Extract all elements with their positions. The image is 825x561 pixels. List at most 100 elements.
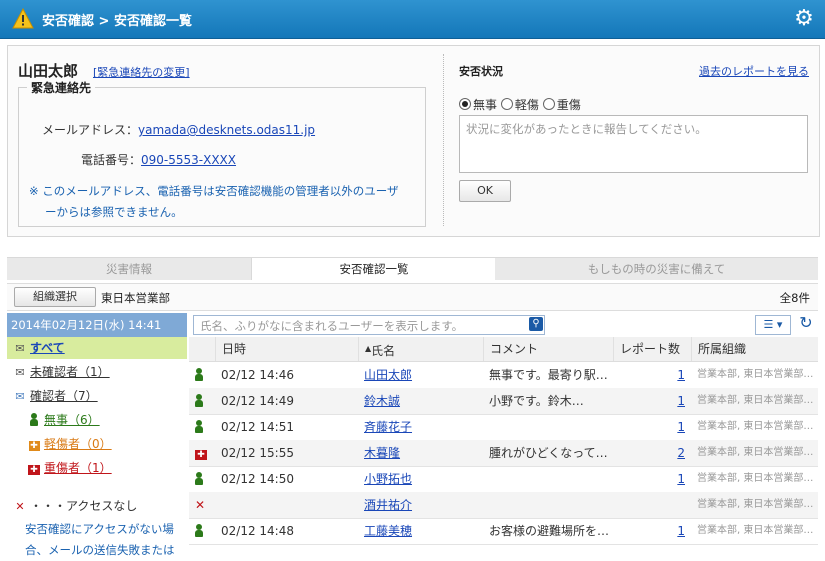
row-comment: お客様の避難場所を… [489, 524, 610, 538]
row-name-link[interactable]: 酒井祐介 [364, 492, 479, 518]
row-name-link[interactable]: 小野拓也 [364, 466, 479, 492]
privacy-note: ※ このメールアドレス、電話番号は安否確認機能の管理者以外のユーザ ーからは参照… [29, 184, 399, 219]
panel-divider [443, 54, 444, 226]
table-row[interactable]: 02/12 14:50 小野拓也 1 営業本部, 東日本営業部… [189, 466, 818, 493]
row-date: 02/12 14:46 [221, 368, 294, 382]
gear-icon[interactable]: ⚙ [791, 6, 817, 32]
row-report-count[interactable]: 2 [613, 440, 685, 466]
severe-injury-icon: ✚ [195, 440, 213, 466]
sidebar-item-safe[interactable]: 無事（6） [7, 409, 187, 431]
row-comment [489, 492, 611, 518]
table-header: 日時 ▲氏名 コメント レポート数 所属組織 [189, 337, 818, 362]
tab-disaster-info[interactable]: 災害情報 [7, 257, 251, 280]
mail-icon: ✉ [15, 342, 25, 355]
status-comment-input[interactable]: 状況に変化があったときに報告してください。 [459, 115, 808, 173]
row-report-count[interactable]: 1 [613, 466, 685, 492]
total-count: 全8件 [779, 291, 810, 305]
row-name-link[interactable]: 山田太郎 [364, 362, 479, 388]
minor-injury-icon: ✚ [28, 441, 40, 451]
sidebar-item-unconfirmed[interactable]: ✉ 未確認者（1） [7, 361, 187, 383]
row-name-link[interactable]: 木暮隆 [364, 440, 479, 466]
sidebar-item-all[interactable]: ✉ すべて [7, 337, 187, 359]
person-icon [195, 518, 213, 544]
status-title: 安否状況 [459, 65, 503, 78]
table-row[interactable]: 02/12 14:49 鈴木誠 小野です。鈴木… 1 営業本部, 東日本営業部… [189, 388, 818, 415]
search-placeholder: 氏名、ふりがなに含まれるユーザーを表示します。 [200, 319, 464, 333]
radio-severe[interactable]: 重傷 [542, 98, 581, 112]
person-icon [195, 466, 213, 492]
email-row: メールアドレス：yamada@desknets.odas11.jp [42, 121, 315, 138]
person-icon [195, 414, 213, 440]
table-row[interactable]: ✕ 酒井祐介 営業本部, 東日本営業部… [189, 492, 818, 519]
row-org: 営業本部, 東日本営業部… [697, 499, 814, 510]
row-name-link[interactable]: 工藤美穂 [364, 518, 479, 544]
sidebar: ✉ すべて ✉ 未確認者（1） ✉ 確認者（7） 無事（6） ✚ 軽傷者（0） ✚ 重傷者… [7, 337, 187, 561]
row-name-link[interactable]: 斉藤花子 [364, 414, 479, 440]
search-icon[interactable]: ⚲ [529, 317, 543, 331]
col-org[interactable]: 所属組織 [691, 337, 818, 361]
row-report-count[interactable]: 1 [613, 518, 685, 544]
tab-safety-list[interactable]: 安否確認一覧 [251, 257, 497, 280]
col-date[interactable]: 日時 [215, 337, 358, 361]
row-date: 02/12 14:50 [221, 472, 294, 486]
sidebar-item-severe[interactable]: ✚ 重傷者（1） [7, 457, 187, 479]
row-org: 営業本部, 東日本営業部… [697, 369, 814, 380]
change-contact-link[interactable]: [緊急連絡先の変更] [93, 64, 190, 80]
row-date [221, 492, 356, 518]
email-link[interactable]: yamada@desknets.odas11.jp [138, 123, 315, 137]
no-access-icon: ✕ [15, 500, 25, 513]
row-report-count[interactable] [613, 492, 685, 518]
org-select-button[interactable]: 組織選択 [14, 287, 96, 307]
view-menu-button[interactable]: ☰ ▾ [755, 315, 791, 335]
table-row[interactable]: 02/12 14:51 斉藤花子 1 営業本部, 東日本営業部… [189, 414, 818, 441]
past-reports-link[interactable]: 過去のレポートを見る [699, 63, 809, 79]
row-org: 営業本部, 東日本営業部… [697, 447, 814, 458]
row-org: 営業本部, 東日本営業部… [697, 395, 814, 406]
sidebar-item-confirmed[interactable]: ✉ 確認者（7） [7, 385, 187, 407]
row-report-count[interactable]: 1 [613, 362, 685, 388]
org-name: 東日本営業部 [101, 291, 170, 305]
radio-minor[interactable]: 軽傷 [500, 98, 539, 112]
page-title: 安否確認 > 安否確認一覧 [42, 14, 192, 29]
severe-injury-icon: ✚ [27, 458, 41, 480]
profile-panel: 山田太郎 [緊急連絡先の変更] 緊急連絡先 メールアドレス：yamada@des… [7, 45, 820, 237]
row-comment: 小野です。鈴木… [489, 394, 584, 408]
row-org: 営業本部, 東日本営業部… [697, 473, 814, 484]
person-icon [27, 410, 41, 432]
row-name-link[interactable]: 鈴木誠 [364, 388, 479, 414]
col-comment[interactable]: コメント [483, 337, 613, 361]
row-comment: 無事です。最寄り駅… [489, 368, 608, 382]
tab-prepare[interactable]: もしもの時の災害に備えて [495, 257, 818, 280]
phone-link[interactable]: 090-5553-XXXX [141, 153, 236, 167]
table-row[interactable]: 02/12 14:48 工藤美穂 お客様の避難場所を… 1 営業本部, 東日本営業部… [189, 518, 818, 545]
ok-button[interactable]: OK [459, 180, 511, 202]
row-report-count[interactable]: 1 [613, 388, 685, 414]
col-reports[interactable]: レポート数 [613, 337, 691, 361]
search-input[interactable]: 氏名、ふりがなに含まれるユーザーを表示します。 ⚲ [193, 315, 545, 335]
row-comment [489, 414, 611, 440]
row-date: 02/12 14:51 [221, 420, 294, 434]
col-name[interactable]: ▲氏名 [358, 337, 483, 361]
row-date: 02/12 14:49 [221, 394, 294, 408]
warning-icon [12, 8, 34, 29]
mail-icon: ✉ [15, 366, 25, 379]
refresh-icon[interactable]: ↻ [797, 313, 815, 333]
sidebar-item-minor[interactable]: ✚ 軽傷者（0） [7, 433, 187, 455]
person-icon [195, 362, 213, 388]
table-row[interactable]: ✚ 02/12 15:55 木暮隆 腫れがひどくなって… 2 営業本部, 東日本営業部… [189, 440, 818, 467]
radio-safe[interactable]: 無事 [459, 98, 497, 112]
row-comment [489, 466, 611, 492]
table-row[interactable]: 02/12 14:46 山田太郎 無事です。最寄り駅… 1 営業本部, 東日本営業部… [189, 362, 818, 389]
row-org: 営業本部, 東日本営業部… [697, 525, 814, 536]
open-mail-icon: ✉ [15, 390, 25, 403]
emergency-contact-box: 緊急連絡先 メールアドレス：yamada@desknets.odas11.jp … [18, 79, 426, 227]
no-access-icon: ✕ [195, 498, 206, 512]
col-status [189, 337, 215, 361]
sidebar-date: 2014年02月12日(水) 14:41 [7, 313, 187, 337]
row-date: 02/12 14:48 [221, 524, 294, 538]
person-icon [195, 388, 213, 414]
phone-label: 電話番号： [81, 153, 142, 167]
status-radio-group: 無事 軽傷 重傷 [459, 96, 581, 113]
row-report-count[interactable]: 1 [613, 414, 685, 440]
sidebar-note: 安否確認にアクセスがない場 合、メールの送信失敗または [25, 522, 175, 557]
